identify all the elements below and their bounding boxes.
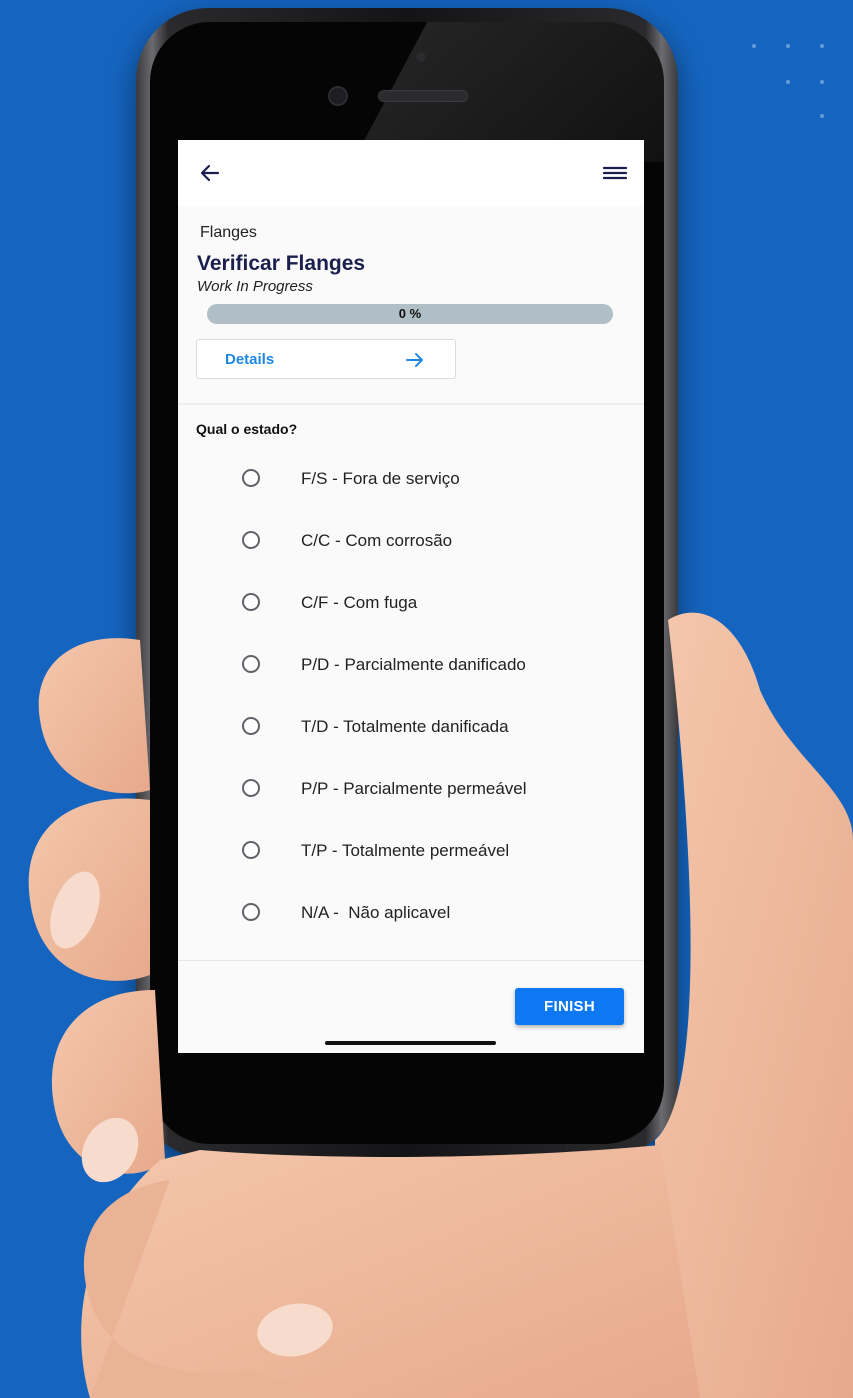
radio-button[interactable] [242, 779, 260, 797]
question-label: Qual o estado? [196, 421, 298, 437]
option-label: T/D - Totalmente danificada [301, 717, 509, 736]
footer-divider [178, 960, 644, 961]
option-label: T/P - Totalmente permeável [301, 841, 510, 860]
radio-button[interactable] [242, 655, 260, 673]
section-divider [178, 403, 644, 405]
progress-label: 0 % [398, 306, 422, 321]
option-item[interactable]: P/D - Parcialmente danificado [178, 637, 644, 699]
option-item[interactable]: F/S - Fora de serviço [178, 451, 644, 513]
arrow-left-icon[interactable] [198, 161, 222, 185]
radio-button[interactable] [242, 903, 260, 921]
option-item[interactable]: T/D - Totalmente danificada [178, 699, 644, 761]
radio-button[interactable] [242, 593, 260, 611]
option-label: P/P - Parcialmente permeável [301, 779, 527, 798]
option-label: P/D - Parcialmente danificado [301, 655, 526, 674]
option-label: C/C - Com corrosão [301, 531, 453, 550]
option-item[interactable]: C/C - Com corrosão [178, 513, 644, 575]
details-button[interactable]: Details [196, 339, 456, 379]
app-bar [178, 140, 644, 206]
task-title: Verificar Flanges [197, 252, 366, 275]
options-list: F/S - Fora de serviço C/C - Com corrosão C… [178, 451, 644, 947]
arrow-right-icon [406, 353, 423, 367]
radio-button[interactable] [242, 469, 260, 487]
details-label: Details [225, 351, 275, 368]
option-label: N/A - Não aplicavel [301, 903, 451, 922]
option-item[interactable]: N/A - Não aplicavel [178, 885, 644, 947]
home-indicator [325, 1041, 496, 1045]
radio-button[interactable] [242, 717, 260, 735]
option-label: F/S - Fora de serviço [301, 469, 460, 488]
option-label: C/F - Com fuga [301, 593, 418, 612]
breadcrumb: Flanges [200, 224, 257, 241]
task-card: Flanges Verificar Flanges Work In Progre… [178, 206, 644, 379]
top-sensor [416, 52, 426, 62]
progress-bar: 0 % [207, 304, 613, 324]
radio-button[interactable] [242, 531, 260, 549]
finish-button[interactable]: FINISH [515, 988, 624, 1025]
option-item[interactable]: C/F - Com fuga [178, 575, 644, 637]
option-item[interactable]: T/P - Totalmente permeável [178, 823, 644, 885]
hamburger-menu-icon[interactable] [602, 162, 628, 184]
background-dots [740, 36, 840, 126]
app-screen: Flanges Verificar Flanges Work In Progre… [178, 140, 644, 1053]
earpiece-speaker [378, 90, 468, 102]
option-item[interactable]: P/P - Parcialmente permeável [178, 761, 644, 823]
task-status: Work In Progress [197, 278, 313, 295]
front-camera [328, 86, 348, 106]
radio-button[interactable] [242, 841, 260, 859]
